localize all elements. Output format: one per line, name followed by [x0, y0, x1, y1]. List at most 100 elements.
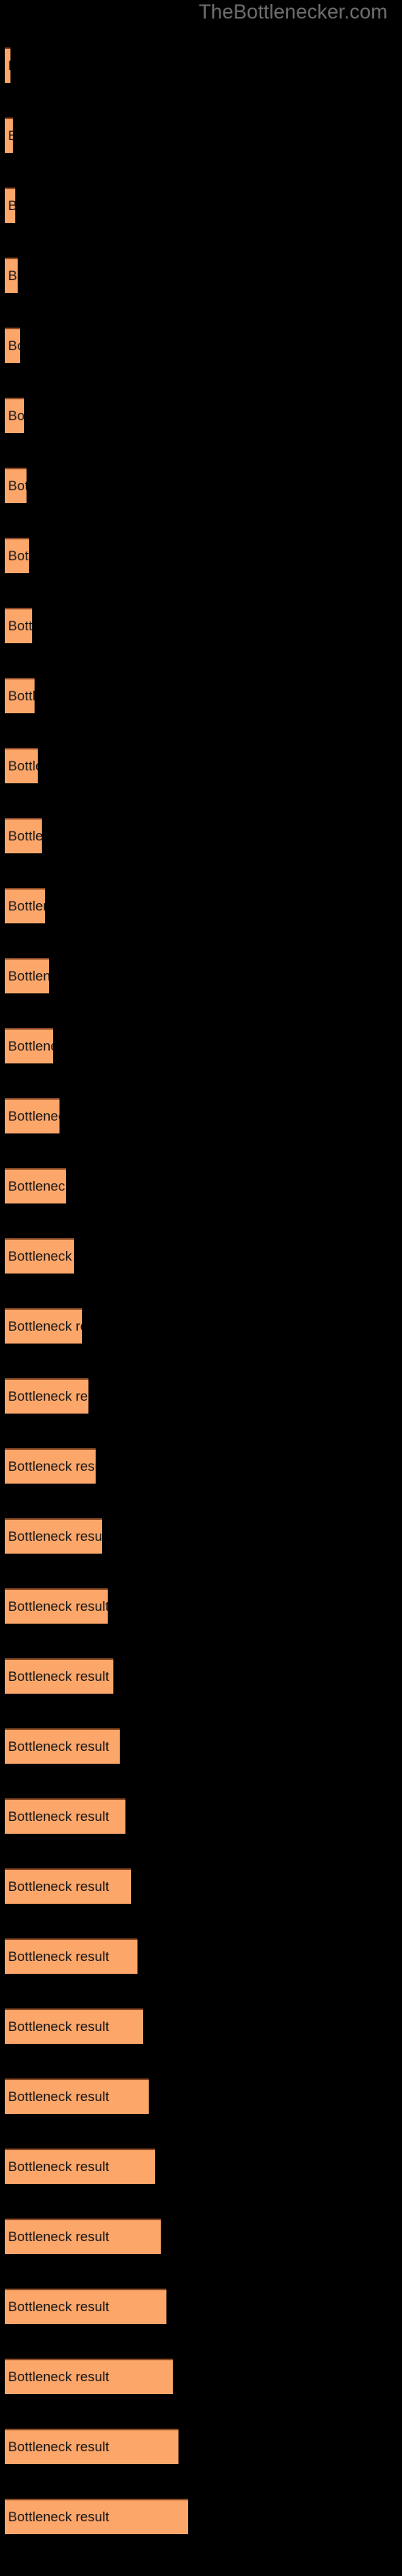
bar-row: Bottleneck result	[0, 1868, 402, 1904]
bar-row: Bottleneck result	[0, 678, 402, 713]
bar[interactable]: Bottleneck result	[5, 958, 49, 993]
bar-label: Bottleneck result	[8, 1179, 66, 1194]
bar[interactable]: Bottleneck result	[5, 1588, 108, 1624]
bar[interactable]: Bottleneck result	[5, 1378, 88, 1414]
bar-label: Bottleneck result	[8, 268, 18, 283]
bar[interactable]: Bottleneck result	[5, 2359, 173, 2394]
bar-label: Bottleneck result	[8, 2159, 109, 2174]
bar-label: Bottleneck result	[8, 548, 29, 564]
bar-row: Bottleneck result	[0, 1658, 402, 1694]
bar-label: Bottleneck result	[8, 1599, 108, 1614]
bar[interactable]: Bottleneck result	[5, 1238, 74, 1274]
bar-row: Bottleneck result	[0, 1588, 402, 1624]
bar-row: Bottleneck result	[0, 468, 402, 503]
bar-label: Bottleneck result	[8, 2509, 109, 2524]
bar[interactable]: Bottleneck result	[5, 2289, 166, 2324]
bar-row: Bottleneck result	[0, 2499, 402, 2534]
bar[interactable]: Bottleneck result	[5, 468, 27, 503]
bar-row: Bottleneck result	[0, 118, 402, 153]
bar[interactable]: Bottleneck result	[5, 47, 10, 83]
bar[interactable]: Bottleneck result	[5, 1098, 59, 1133]
bar-label: Bottleneck result	[8, 2089, 109, 2104]
bar-row: Bottleneck result	[0, 2359, 402, 2394]
bar-row: Bottleneck result	[0, 1448, 402, 1484]
bar-row: Bottleneck result	[0, 538, 402, 573]
bar-row: Bottleneck result	[0, 2008, 402, 2044]
bar-label: Bottleneck result	[8, 1038, 53, 1054]
bar-row: Bottleneck result	[0, 258, 402, 293]
bar-label: Bottleneck result	[8, 128, 13, 144]
bar-row: Bottleneck result	[0, 1728, 402, 1764]
bar-label: Bottleneck result	[8, 2299, 109, 2314]
bar-row: Bottleneck result	[0, 2219, 402, 2254]
bar-row: Bottleneck result	[0, 1518, 402, 1554]
bar[interactable]: Bottleneck result	[5, 118, 13, 153]
bar-label: Bottleneck result	[8, 1249, 74, 1264]
bottleneck-bar-chart: Bottleneck result Bottleneck result Bottle…	[0, 0, 402, 2576]
bar[interactable]: Bottleneck result	[5, 2008, 143, 2044]
bar-label: Bottleneck result	[8, 338, 20, 353]
bar[interactable]: Bottleneck result	[5, 818, 42, 853]
bar-label: Bottleneck result	[8, 1949, 109, 1964]
bar-row: Bottleneck result	[0, 2289, 402, 2324]
bar-row: Bottleneck result	[0, 328, 402, 363]
bar-row: Bottleneck result	[0, 1938, 402, 1974]
bar[interactable]: Bottleneck result	[5, 258, 18, 293]
bar-label: Bottleneck result	[8, 1389, 88, 1404]
bar-row: Bottleneck result	[0, 1238, 402, 1274]
bar[interactable]: Bottleneck result	[5, 748, 38, 783]
bar-label: Bottleneck result	[8, 1529, 102, 1544]
bar-label: Bottleneck result	[8, 1879, 109, 1894]
bar-row: Bottleneck result	[0, 2079, 402, 2114]
bar[interactable]: Bottleneck result	[5, 1658, 113, 1694]
bar-row: Bottleneck result	[0, 1308, 402, 1344]
bar-label: Bottleneck result	[8, 688, 35, 704]
bar[interactable]: Bottleneck result	[5, 1308, 82, 1344]
bar[interactable]: Bottleneck result	[5, 2149, 155, 2184]
bar[interactable]: Bottleneck result	[5, 1168, 66, 1203]
bar-row: Bottleneck result	[0, 2149, 402, 2184]
bar[interactable]: Bottleneck result	[5, 328, 20, 363]
bar-label: Bottleneck result	[8, 408, 24, 423]
bar[interactable]: Bottleneck result	[5, 1028, 53, 1063]
bar-row: Bottleneck result	[0, 818, 402, 853]
bar[interactable]: Bottleneck result	[5, 2219, 161, 2254]
bar-row: Bottleneck result	[0, 188, 402, 223]
bar-label: Bottleneck result	[8, 1669, 109, 1684]
bar-label: Bottleneck result	[8, 1809, 109, 1824]
bar-label: Bottleneck result	[8, 968, 49, 984]
bar-label: Bottleneck result	[8, 2229, 109, 2244]
bar-label: Bottleneck result	[8, 1108, 59, 1124]
bar[interactable]: Bottleneck result	[5, 608, 32, 643]
bar-label: Bottleneck result	[8, 58, 10, 74]
bar-row: Bottleneck result	[0, 2429, 402, 2464]
bar[interactable]: Bottleneck result	[5, 678, 35, 713]
bar[interactable]: Bottleneck result	[5, 188, 15, 223]
bar-label: Bottleneck result	[8, 198, 15, 214]
bar-label: Bottleneck result	[8, 478, 27, 493]
bar-row: Bottleneck result	[0, 748, 402, 783]
bar[interactable]: Bottleneck result	[5, 888, 45, 923]
bar[interactable]: Bottleneck result	[5, 1868, 131, 1904]
bar[interactable]: Bottleneck result	[5, 1518, 102, 1554]
bar[interactable]: Bottleneck result	[5, 538, 29, 573]
bar-row: Bottleneck result	[0, 608, 402, 643]
bar[interactable]: Bottleneck result	[5, 1448, 96, 1484]
bar-row: Bottleneck result	[0, 1168, 402, 1203]
bar-label: Bottleneck result	[8, 618, 32, 634]
bar[interactable]: Bottleneck result	[5, 2079, 149, 2114]
bar-row: Bottleneck result	[0, 1028, 402, 1063]
bar[interactable]: Bottleneck result	[5, 398, 24, 433]
bar[interactable]: Bottleneck result	[5, 1728, 120, 1764]
bar-label: Bottleneck result	[8, 828, 42, 844]
bar-row: Bottleneck result	[0, 1798, 402, 1834]
bar[interactable]: Bottleneck result	[5, 1798, 125, 1834]
bar-label: Bottleneck result	[8, 1459, 96, 1474]
bar-label: Bottleneck result	[8, 1739, 109, 1754]
bar[interactable]: Bottleneck result	[5, 2499, 188, 2534]
bar[interactable]: Bottleneck result	[5, 2429, 178, 2464]
bar-row: Bottleneck result	[0, 958, 402, 993]
bar-row: Bottleneck result	[0, 888, 402, 923]
bar[interactable]: Bottleneck result	[5, 1938, 137, 1974]
bar-label: Bottleneck result	[8, 2369, 109, 2384]
